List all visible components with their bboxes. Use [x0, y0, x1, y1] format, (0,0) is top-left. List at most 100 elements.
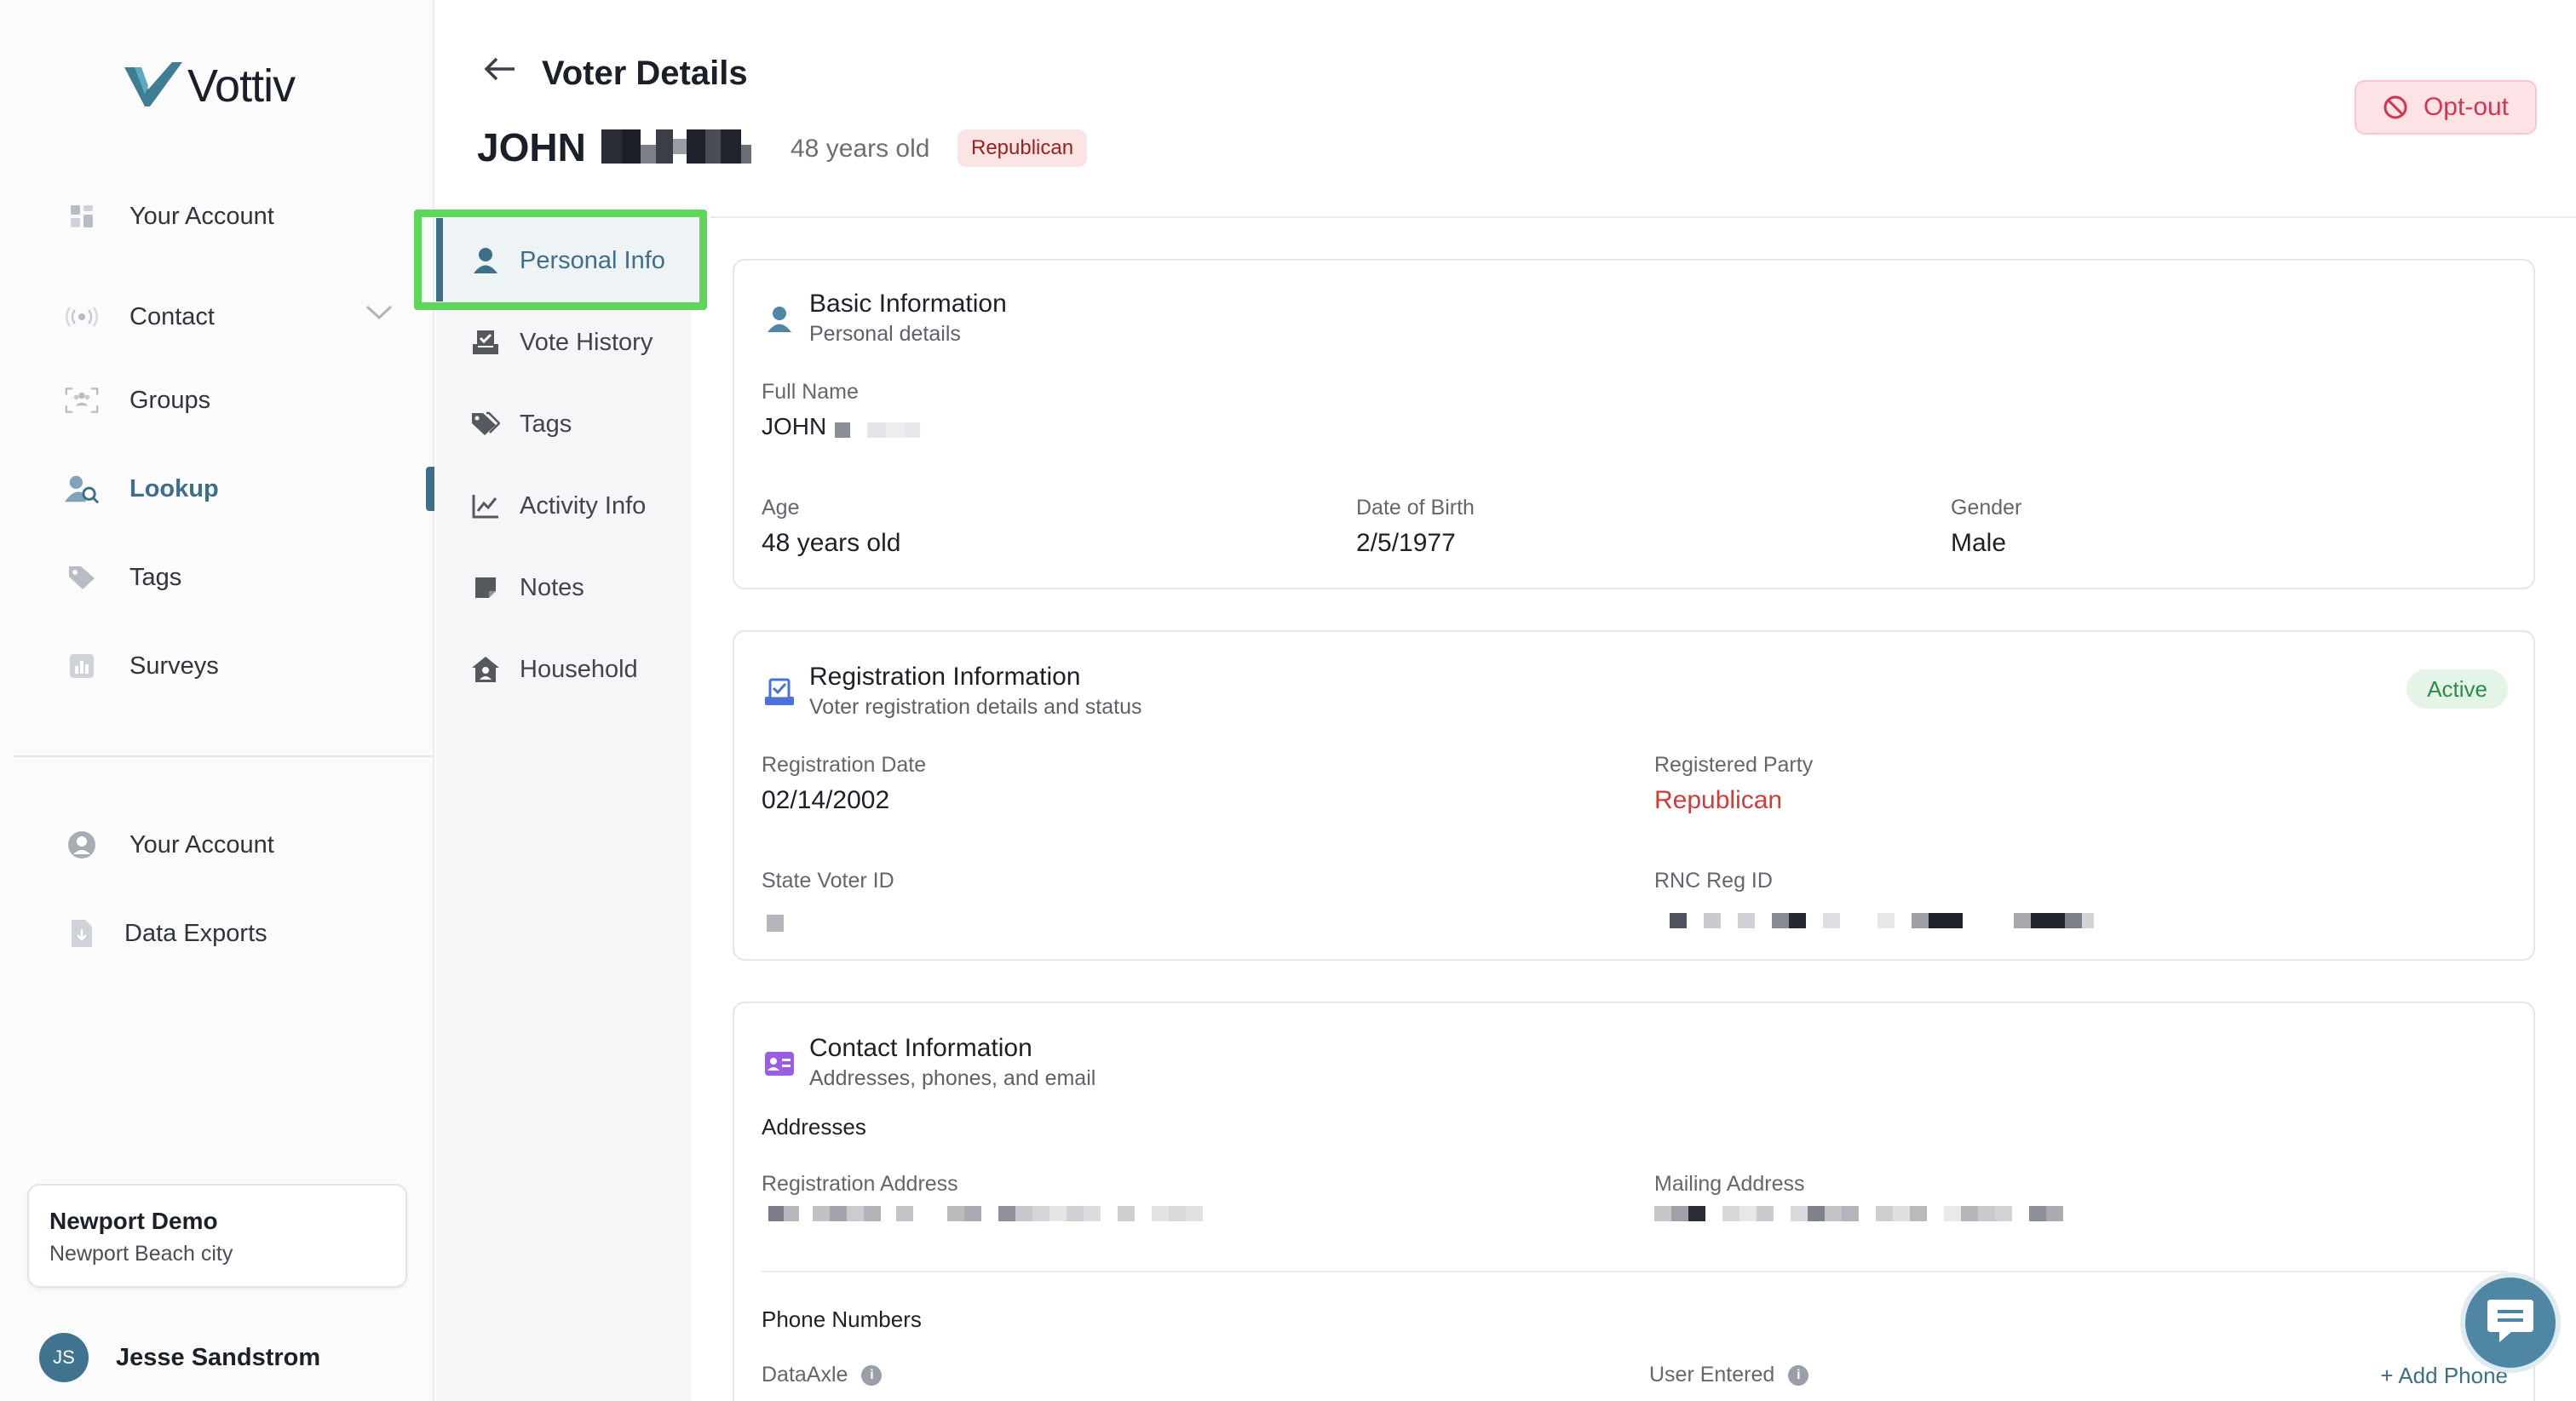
info-icon[interactable]: i [1788, 1365, 1809, 1387]
addresses-heading: Addresses [762, 1114, 866, 1140]
sidebar-item-label: Contact [129, 302, 215, 330]
org-name: Newport Demo [49, 1208, 218, 1234]
sidebar: Vottiv Your Account Contact Groups Looku… [0, 0, 434, 1401]
tab-label: Tags [520, 410, 572, 438]
redacted-last-name [601, 129, 751, 164]
registration-date-field: Registration Date 02/14/2002 [762, 753, 926, 815]
registration-address-field: Registration Address [762, 1172, 958, 1197]
header-divider [710, 216, 2576, 218]
line-chart-icon [470, 491, 501, 521]
card-subtitle: Addresses, phones, and email [809, 1066, 1096, 1090]
sidebar-item-lookup[interactable]: Lookup [65, 463, 219, 514]
chevron-down-icon[interactable] [365, 303, 394, 326]
logo-text: Vottiv [187, 60, 296, 112]
sidebar-item-label: Your Account [129, 202, 274, 230]
chat-button[interactable] [2460, 1272, 2561, 1373]
opt-out-label: Opt-out [2423, 93, 2510, 121]
field-label: RNC Reg ID [1654, 869, 1773, 893]
user-profile[interactable]: JS Jesse Sandstrom [39, 1333, 320, 1382]
card-title: Basic Information [809, 290, 1007, 318]
org-city: Newport Beach city [49, 1242, 233, 1266]
info-icon[interactable]: i [861, 1365, 883, 1387]
file-download-icon [65, 916, 99, 950]
tab-tags[interactable]: Tags [470, 399, 572, 450]
arrow-left-icon[interactable] [484, 56, 516, 86]
redacted-rnc-reg-id [1670, 913, 2094, 928]
field-label: Gender [1951, 496, 2022, 520]
logo[interactable]: Vottiv [123, 60, 296, 112]
sidebar-item-label: Your Account [129, 830, 274, 858]
card-subtitle: Personal details [809, 322, 961, 346]
card-header: Basic Information Personal details [762, 290, 1007, 347]
tab-vote-history[interactable]: Vote History [470, 317, 653, 368]
detail-subnav [436, 218, 692, 1401]
field-label: Date of Birth [1356, 496, 1475, 520]
state-voter-id-field: State Voter ID [762, 869, 894, 893]
sidebar-item-label: Surveys [129, 652, 219, 680]
sidebar-item-data-exports[interactable]: Data Exports [65, 908, 267, 959]
basic-information-card: Basic Information Personal details Full … [733, 259, 2535, 589]
sidebar-item-surveys[interactable]: Surveys [65, 640, 219, 692]
bar-chart-icon [65, 649, 99, 683]
section-divider [762, 1271, 2508, 1272]
sidebar-item-your-account[interactable]: Your Account [65, 191, 274, 242]
tab-label: Household [520, 655, 638, 683]
voter-name: JOHN [477, 124, 586, 170]
sidebar-item-label: Tags [129, 563, 182, 591]
sidebar-item-label: Lookup [129, 474, 219, 502]
avatar: JS [39, 1333, 89, 1382]
tab-activity-info[interactable]: Activity Info [470, 480, 646, 531]
redacted-state-voter-id [767, 915, 784, 932]
field-value: 2/5/1977 [1356, 529, 1456, 557]
dataaxle-label: DataAxle [762, 1363, 848, 1387]
card-subtitle: Voter registration details and status [809, 695, 1142, 719]
vottiv-check-icon [123, 60, 184, 112]
tab-label: Activity Info [520, 491, 647, 520]
redacted-registration-address [768, 1206, 1203, 1221]
card-header: Contact Information Addresses, phones, a… [762, 1034, 1095, 1091]
contact-information-card: Contact Information Addresses, phones, a… [733, 1002, 2535, 1401]
ballot-box-icon [470, 327, 501, 358]
note-icon [470, 572, 501, 603]
contact-card-icon [762, 1046, 797, 1082]
sidebar-item-tags[interactable]: Tags [65, 552, 181, 603]
user-entered-phone-field: User Entered i [1649, 1363, 1809, 1387]
sidebar-item-contact[interactable]: Contact [65, 291, 215, 342]
opt-out-button[interactable]: Opt-out [2355, 80, 2537, 135]
tab-household[interactable]: Household [470, 644, 638, 695]
redacted-full-name [835, 422, 920, 438]
organization-card[interactable]: Newport Demo Newport Beach city [27, 1184, 407, 1288]
field-value: 02/14/2002 [762, 786, 890, 814]
party-badge: Republican [957, 129, 1088, 167]
card-title: Registration Information [809, 663, 1081, 691]
field-value: Republican [1654, 786, 1783, 814]
tab-notes[interactable]: Notes [470, 562, 584, 613]
sidebar-item-label: Data Exports [124, 919, 267, 947]
voter-age: 48 years old [791, 135, 930, 163]
gender-field: Gender Male [1951, 496, 2021, 558]
page-title: Voter Details [542, 55, 748, 92]
redacted-mailing-address [1654, 1206, 2063, 1221]
sidebar-item-label: Groups [129, 386, 211, 414]
tab-label: Notes [520, 573, 584, 601]
broadcast-icon [65, 300, 99, 334]
phone-numbers-heading: Phone Numbers [762, 1306, 922, 1332]
field-label: DataAxle i [762, 1363, 883, 1387]
registration-information-card: Registration Information Voter registrat… [733, 630, 2535, 961]
tag-icon [65, 560, 99, 594]
mailing-address-field: Mailing Address [1654, 1172, 1804, 1197]
sidebar-item-your-account-bottom[interactable]: Your Account [65, 819, 274, 870]
field-value: Male [1951, 529, 2007, 557]
field-label: State Voter ID [762, 869, 894, 893]
field-label: Mailing Address [1654, 1172, 1805, 1196]
selection-highlight [414, 210, 707, 310]
dataaxle-phone-field: DataAxle i [762, 1363, 883, 1387]
chat-bubble-icon [2486, 1298, 2535, 1348]
dashboard-icon [65, 199, 99, 233]
voter-first-name: JOHN [477, 125, 586, 169]
field-label: Registered Party [1654, 753, 1814, 777]
user-entered-label: User Entered [1649, 1363, 1775, 1387]
sidebar-item-groups[interactable]: Groups [65, 375, 210, 426]
user-circle-icon [65, 828, 99, 862]
user-name: Jesse Sandstrom [116, 1343, 321, 1371]
